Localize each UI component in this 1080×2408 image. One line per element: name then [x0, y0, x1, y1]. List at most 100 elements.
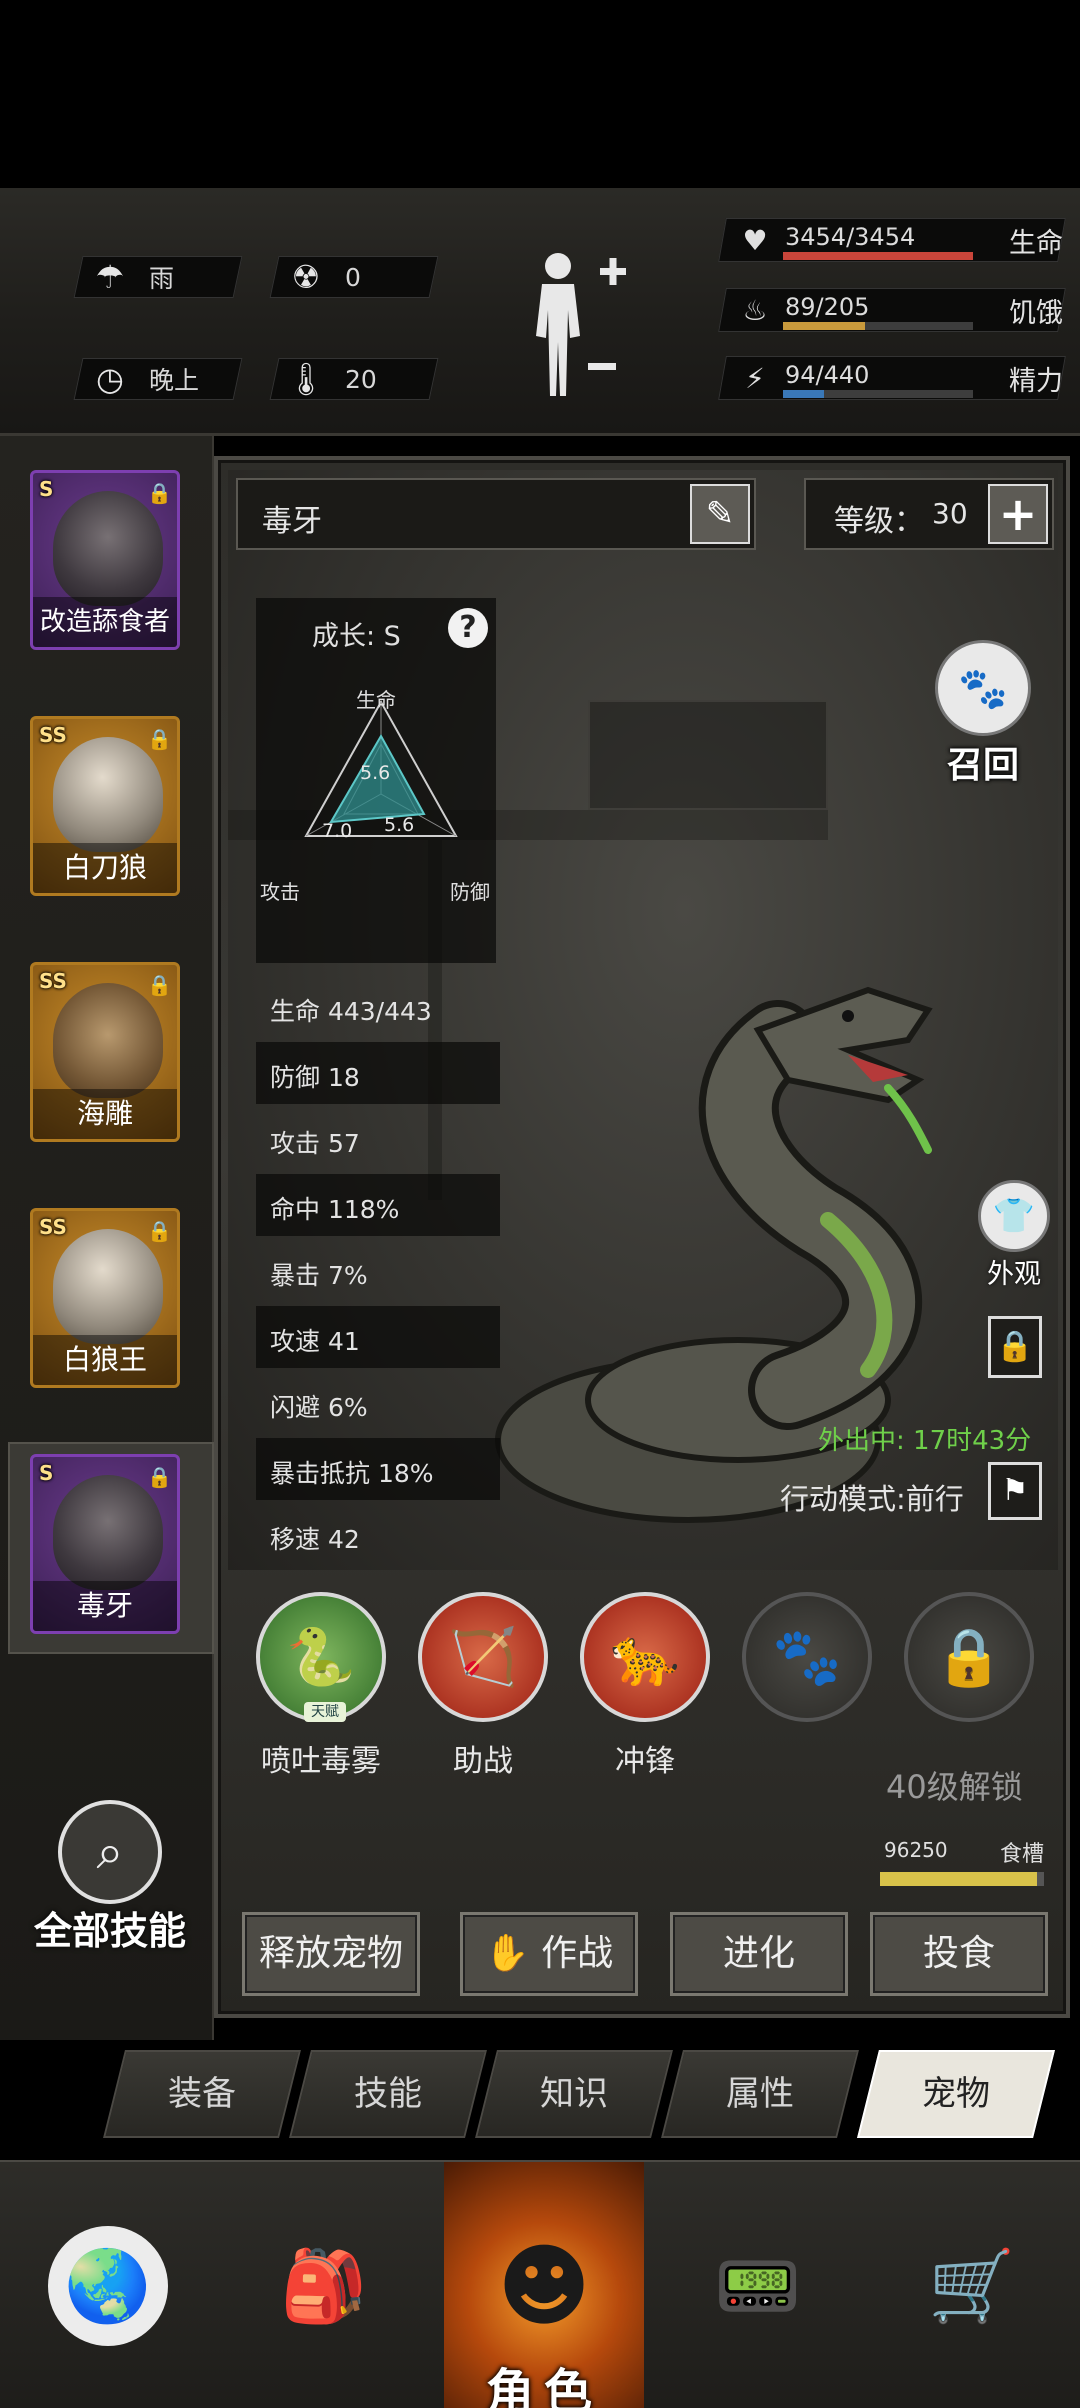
pencil-icon: ✎ [705, 494, 735, 534]
pet-card-white-blade-wolf[interactable]: SS 🔒 白刀狼 [30, 716, 180, 896]
pet-name: 白狼王 [33, 1335, 177, 1385]
stat-row: 闪避 6% [256, 1372, 500, 1434]
nav-world-map[interactable]: 🌏 [0, 2162, 216, 2408]
stomach-icon: ♨ [742, 294, 768, 327]
human-figure-icon [536, 253, 626, 396]
stat-row: 暴击 7% [256, 1240, 500, 1302]
shirt-icon: 👕 [978, 1180, 1050, 1252]
health-bar: ♥ 3454/3454 生命 [718, 218, 1066, 262]
health-fill [783, 252, 973, 260]
lock-icon[interactable]: 🔒 [147, 1465, 172, 1489]
pet-name-text: 毒牙 [262, 504, 322, 539]
pet-card-venom-fang[interactable]: S 🔒 毒牙 [30, 1454, 180, 1634]
temperature-status: 🌡 20 [269, 358, 439, 400]
shopping-cart-icon: 🛒 [928, 2244, 1016, 2327]
tab-attributes[interactable]: 属性 [661, 2050, 859, 2138]
skill-slot-locked[interactable]: 🔒 [894, 1592, 1044, 1722]
lock-icon: 🔒 [996, 1329, 1034, 1364]
skill-slot-empty[interactable]: 🐾 [732, 1592, 882, 1722]
lock-icon[interactable]: 🔒 [147, 1219, 172, 1243]
pet-rank-badge: SS [39, 723, 67, 747]
stat-row: 移速 42 [256, 1504, 500, 1566]
food-trough-bar [880, 1872, 1044, 1886]
radar-axis-defense: 防御 [450, 880, 490, 904]
food-trough-label: 食槽 [1000, 1842, 1045, 1867]
charging-beast-icon: 🐆 [580, 1592, 710, 1722]
stat-crit: 暴击 7% [270, 1261, 368, 1290]
appearance-button[interactable]: 👕 外观 [974, 1180, 1054, 1300]
battle-button[interactable]: ✋ 作战 [460, 1912, 638, 1996]
pet-name-field[interactable]: 毒牙 ✎ [236, 478, 756, 550]
action-mode-button[interactable]: ⚑ [988, 1462, 1042, 1520]
energy-head-icon: ⚡ [745, 362, 765, 395]
stat-move-speed: 移速 42 [270, 1525, 360, 1554]
lock-icon[interactable]: 🔒 [147, 727, 172, 751]
release-pet-button[interactable]: 释放宠物 [242, 1912, 420, 1996]
lock-icon[interactable]: 🔒 [147, 481, 172, 505]
evolve-button[interactable]: 进化 [670, 1912, 848, 1996]
growth-radar-block: 成长: S ? 生命 攻击 防御 5.6 7.0 5.6 [256, 598, 496, 963]
radar-value-hp: 5.6 [360, 762, 391, 784]
skill-charge[interactable]: 🐆 冲锋 [570, 1592, 720, 1780]
stat-attack-speed: 攻速 41 [270, 1327, 360, 1356]
tab-equipment[interactable]: 装备 [103, 2050, 301, 2138]
level-value: 30 [932, 497, 968, 530]
tab-label: 技能 [354, 2074, 422, 2114]
body-status-button[interactable] [520, 246, 630, 406]
skill-venom-spray[interactable]: 🐍 天赋 喷吐毒雾 [246, 1592, 396, 1780]
tab-skills[interactable]: 技能 [289, 2050, 487, 2138]
pet-card-white-wolf-king[interactable]: SS 🔒 白狼王 [30, 1208, 180, 1388]
feed-button[interactable]: 投食 [870, 1912, 1048, 1996]
licker-portrait [53, 491, 163, 606]
nav-shop[interactable]: 🛒 [864, 2162, 1080, 2408]
hunger-fill [783, 322, 866, 330]
stat-hp: 生命 443/443 [270, 997, 432, 1026]
claw-icon: ✋ [484, 1933, 530, 1974]
pet-name: 毒牙 [33, 1581, 177, 1631]
status-bar: ☂ 雨 ☢ 0 ◷ 晚上 🌡 20 ♥ 3454/3454 生命 ♨ 89/20… [0, 188, 1080, 436]
recall-button[interactable]: 🐾 召回 [928, 640, 1038, 790]
edit-name-button[interactable]: ✎ [690, 484, 750, 544]
time-label: 晚上 [149, 366, 200, 395]
stat-row: 命中 118% [256, 1174, 500, 1236]
character-tabs: 装备 技能 知识 属性 宠物 [0, 2040, 1080, 2160]
nav-radio[interactable]: 📟 [650, 2162, 866, 2408]
appearance-label: 外观 [987, 1259, 1041, 1290]
wolf-king-portrait [53, 1229, 163, 1344]
all-skills-label: 全部技能 [33, 1909, 186, 1953]
radar-axis-hp: 生命 [356, 688, 396, 712]
energy-fill [783, 390, 824, 398]
skill-assist[interactable]: 🏹 助战 [408, 1592, 558, 1780]
eagle-portrait [53, 983, 163, 1098]
pet-lock-button[interactable]: 🔒 [988, 1316, 1042, 1378]
pet-card-licker[interactable]: S 🔒 改造舔食者 [30, 470, 180, 650]
stat-dodge: 闪避 6% [270, 1393, 368, 1422]
hunter-dog-icon: 🏹 [418, 1592, 548, 1722]
hunger-value: 89/205 [785, 293, 870, 321]
level-up-button[interactable]: + [988, 484, 1048, 544]
bottom-navigation: 🌏 🎒 ☻ 角色 📟 🛒 [0, 2160, 1080, 2408]
battle-label: 作战 [541, 1933, 614, 1974]
tab-knowledge[interactable]: 知识 [475, 2050, 673, 2138]
nav-character[interactable]: ☻ 角色 [444, 2162, 644, 2408]
paw-prints-icon: 🐾 [935, 640, 1031, 736]
skill-name: 冲锋 [615, 1744, 675, 1779]
tab-pets[interactable]: 宠物 [857, 2050, 1055, 2138]
nav-backpack[interactable]: 🎒 [216, 2162, 432, 2408]
paw-icon: 🐾 [742, 1592, 872, 1722]
background-machine [588, 700, 828, 810]
backpack-icon: 🎒 [280, 2244, 368, 2327]
level-label: 等级： [834, 504, 924, 539]
all-skills-button[interactable]: ⌕ 全部技能 [30, 1800, 190, 1960]
weather-status: ☂ 雨 [73, 256, 243, 298]
snake-portrait [53, 1475, 163, 1590]
tab-label: 装备 [168, 2074, 236, 2114]
pet-card-sea-eagle[interactable]: SS 🔒 海雕 [30, 962, 180, 1142]
stat-defense: 防御 18 [270, 1063, 360, 1092]
character-label: 角色 [485, 2364, 602, 2408]
lock-icon[interactable]: 🔒 [147, 973, 172, 997]
help-icon[interactable]: ? [448, 608, 488, 648]
weather-label: 雨 [149, 264, 175, 293]
growth-label: 成长: S [312, 621, 401, 652]
stat-crit-resist: 暴击抵抗 18% [270, 1459, 434, 1488]
